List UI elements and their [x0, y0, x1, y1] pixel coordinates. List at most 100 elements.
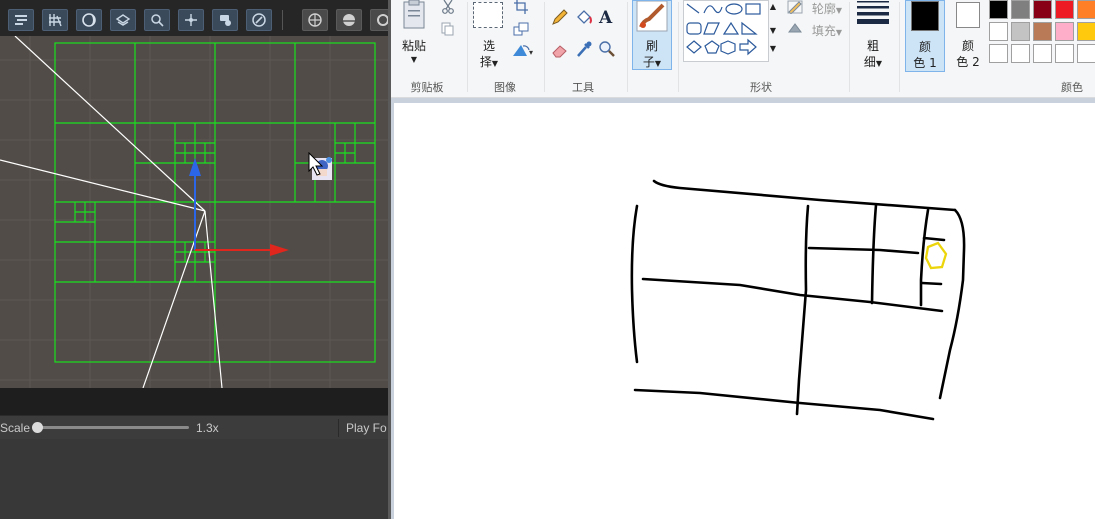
palette-swatch[interactable] — [1033, 22, 1052, 41]
transform-icon[interactable] — [8, 9, 34, 31]
moon-icon[interactable] — [76, 9, 102, 31]
brushes-label: 刷 — [645, 39, 658, 53]
size-lines-icon[interactable] — [857, 0, 889, 26]
search-icon[interactable] — [144, 9, 170, 31]
shapes-scroll-up[interactable]: ▲ — [769, 2, 777, 11]
palette-swatch[interactable] — [1011, 44, 1030, 63]
outline-icon[interactable] — [787, 0, 803, 15]
color1-swatch — [911, 1, 939, 31]
compass-icon[interactable] — [246, 9, 272, 31]
pencil-icon[interactable] — [551, 8, 569, 26]
palette-swatch[interactable] — [1033, 44, 1052, 63]
play-focused-dropdown[interactable]: Play Fo — [346, 421, 387, 435]
paste-icon[interactable] — [401, 0, 427, 32]
palette-swatch[interactable] — [989, 0, 1008, 19]
color2-swatch — [956, 2, 980, 28]
colors-group-label: 颜色 — [1061, 81, 1083, 94]
right-triangle-shape-icon — [741, 21, 758, 35]
palette-swatch[interactable] — [1055, 44, 1074, 63]
color2-button[interactable]: 颜 色 2 — [949, 0, 989, 72]
palette-swatch[interactable] — [1033, 0, 1052, 19]
curve-shape-icon — [703, 5, 723, 14]
pentagon-shape-icon — [704, 40, 720, 54]
clipboard-group-label: 剪贴板 — [410, 81, 444, 94]
transform-gizmo[interactable] — [189, 158, 289, 256]
select-button-line2[interactable]: 择▼ — [471, 53, 507, 70]
eraser-icon[interactable] — [551, 42, 569, 58]
select-button[interactable]: 选 — [475, 37, 503, 54]
paste-dropdown-arrow[interactable]: ▼ — [399, 55, 429, 64]
group-separator — [849, 2, 850, 92]
paint-window: 粘贴 ▼ 剪贴板 选 择▼ ▾ 图像 A 工具 刷 子▼ ▲ ▼ ▼ 轮廓▼ 填… — [391, 0, 1095, 519]
palette-swatch[interactable] — [989, 44, 1008, 63]
sphere-icon[interactable] — [336, 9, 362, 31]
palette-swatch[interactable] — [1077, 22, 1095, 41]
diamond-shape-icon — [686, 40, 702, 54]
settings-icon[interactable] — [370, 9, 388, 31]
arrow-shape-icon — [739, 38, 757, 56]
cut-icon[interactable] — [441, 0, 455, 14]
svg-text:▾: ▾ — [529, 48, 533, 57]
fill-dropdown[interactable]: 填充▼ — [803, 22, 851, 39]
group-separator — [544, 2, 545, 92]
copy-icon[interactable] — [441, 22, 455, 36]
scene-view[interactable] — [0, 36, 388, 388]
scene-footer-bar — [0, 388, 388, 415]
shapes-expand[interactable]: ▼ — [769, 44, 777, 53]
scale-label: Scale — [0, 421, 31, 435]
grid-icon[interactable] — [42, 9, 68, 31]
oval-shape-icon — [725, 3, 743, 15]
color2-label: 颜 — [961, 39, 974, 53]
camera-icon[interactable] — [212, 9, 238, 31]
rectangle-shape-icon — [745, 3, 761, 15]
outline-dropdown[interactable]: 轮廓▼ — [803, 0, 851, 17]
globe-icon[interactable] — [302, 9, 328, 31]
line-shape-icon — [686, 3, 700, 14]
game-view-toolbar: Scale 1.3x Play Fo — [0, 415, 388, 439]
palette-swatch[interactable] — [1077, 0, 1095, 19]
color1-label: 颜 — [918, 40, 931, 54]
text-tool-icon[interactable]: A — [598, 6, 616, 28]
fill-icon[interactable] — [787, 22, 803, 36]
paint-canvas[interactable] — [394, 103, 1095, 519]
tools-group-label: 工具 — [572, 81, 594, 94]
magnifier-icon[interactable] — [598, 40, 616, 58]
shapes-gallery[interactable] — [683, 0, 769, 62]
layers-icon[interactable] — [110, 9, 136, 31]
palette-swatch[interactable] — [1077, 44, 1095, 63]
palette-swatch[interactable] — [1011, 22, 1030, 41]
image-group-label: 图像 — [494, 81, 516, 94]
paint-workspace — [391, 98, 1095, 519]
size-button-line2[interactable]: 细▼ — [853, 53, 893, 70]
group-separator — [678, 2, 679, 92]
svg-text:A: A — [598, 8, 613, 26]
rotate-icon[interactable]: ▾ — [511, 42, 535, 58]
paint-ribbon: 粘贴 ▼ 剪贴板 选 择▼ ▾ 图像 A 工具 刷 子▼ ▲ ▼ ▼ 轮廓▼ 填… — [391, 0, 1095, 98]
palette-swatch[interactable] — [989, 22, 1008, 41]
scale-slider[interactable] — [32, 422, 189, 433]
select-rect-icon[interactable] — [473, 2, 503, 28]
paste-button[interactable]: 粘贴 — [399, 37, 429, 54]
palette-swatch[interactable] — [1011, 0, 1030, 19]
palette-swatch[interactable] — [1055, 22, 1074, 41]
shapes-group-label: 形状 — [750, 81, 772, 94]
brushes-button[interactable]: 刷 子▼ — [632, 0, 672, 70]
scale-slider-thumb[interactable] — [32, 422, 43, 433]
toolbar-separator — [338, 419, 339, 437]
palette-swatch[interactable] — [1055, 0, 1074, 19]
yellow-circle-mark — [924, 241, 948, 270]
crop-icon[interactable] — [513, 0, 529, 14]
shapes-scroll-down[interactable]: ▼ — [769, 26, 777, 35]
rounded-rect-shape-icon — [686, 22, 702, 35]
game-view[interactable] — [0, 439, 388, 519]
scene-editor-panel: Scale 1.3x Play Fo — [0, 0, 388, 519]
move-icon[interactable] — [178, 9, 204, 31]
color-picker-icon[interactable] — [575, 40, 593, 58]
color1-button[interactable]: 颜 色 1 — [905, 0, 945, 72]
color1-label-line2: 色 1 — [913, 56, 937, 70]
resize-icon[interactable] — [513, 22, 529, 36]
fill-bucket-icon[interactable] — [575, 8, 593, 26]
triangle-shape-icon — [722, 21, 740, 35]
size-button[interactable]: 粗 — [857, 37, 889, 54]
polygon-shape-icon — [703, 22, 720, 35]
